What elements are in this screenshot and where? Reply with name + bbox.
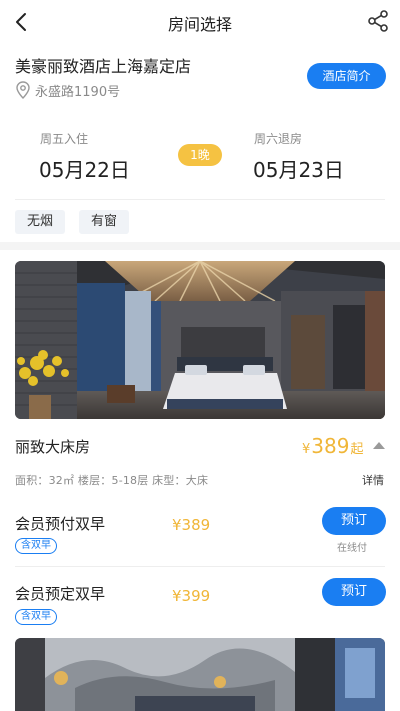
room-price: ¥ 389 起 xyxy=(302,434,363,458)
checkout-label: 周六退房 xyxy=(254,132,303,146)
checkin-label: 周五入住 xyxy=(40,132,89,146)
tag-window: 有窗 xyxy=(79,210,130,234)
plan-badge-1: 含双早 xyxy=(15,538,57,554)
collapse-caret-icon[interactable] xyxy=(373,442,385,449)
payment-note-1: 在线付 xyxy=(337,543,367,554)
location-pin-icon xyxy=(16,81,30,99)
room-detail-link[interactable]: 详情 xyxy=(362,472,384,488)
room-price-value: 389 xyxy=(311,434,350,458)
room-name[interactable]: 丽致大床房 xyxy=(15,436,90,457)
room-photo[interactable] xyxy=(15,261,385,419)
tag-no-smoking: 无烟 xyxy=(15,210,66,234)
plan-price-2: ¥399 xyxy=(172,587,211,605)
hotel-address[interactable]: 永盛路1190号 xyxy=(15,80,120,100)
hotel-intro-button[interactable]: 酒店简介 xyxy=(307,63,386,89)
share-icon[interactable] xyxy=(366,9,390,33)
plan-price-1: ¥389 xyxy=(172,516,211,534)
price-suffix: 起 xyxy=(350,442,364,457)
room-info: 面积：32㎡ 楼层：5-18层 床型：大床 xyxy=(15,474,209,487)
top-bar: 房间选择 xyxy=(0,0,400,44)
nights-badge: 1晚 xyxy=(178,144,222,166)
currency-symbol: ¥ xyxy=(302,442,311,457)
divider xyxy=(15,566,385,567)
room-photo-image xyxy=(15,261,385,419)
section-gap xyxy=(0,242,400,250)
page-title: 房间选择 xyxy=(167,15,232,34)
room-photo-2-image xyxy=(15,638,385,711)
book-button-1[interactable]: 预订 xyxy=(322,507,386,535)
plan-badge-2: 含双早 xyxy=(15,609,57,625)
checkin-date[interactable]: 05月22日 xyxy=(39,154,130,183)
divider xyxy=(15,199,385,200)
room-photo-2[interactable] xyxy=(15,638,385,711)
plan-name-2: 会员预定双早 xyxy=(15,585,106,603)
checkout-date[interactable]: 05月23日 xyxy=(253,154,344,183)
address-text: 永盛路1190号 xyxy=(35,84,121,100)
plan-name-1: 会员预付双早 xyxy=(15,515,106,533)
hotel-name: 美豪丽致酒店上海嘉定店 xyxy=(15,57,192,76)
book-button-2[interactable]: 预订 xyxy=(322,578,386,606)
